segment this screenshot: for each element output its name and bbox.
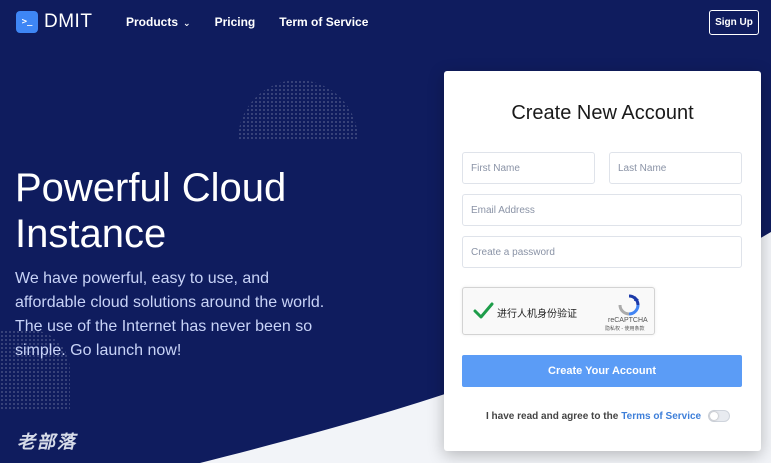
first-name-input[interactable] (462, 152, 595, 184)
create-account-button[interactable]: Create Your Account (462, 355, 742, 387)
main-nav: Products ⌄ Pricing Term of Service (126, 15, 392, 29)
email-input[interactable] (462, 194, 742, 226)
password-input[interactable] (462, 236, 742, 268)
toggle-knob (710, 412, 719, 420)
hero-title: Powerful Cloud Instance (15, 166, 287, 256)
captcha-links[interactable]: 隐私权 - 使用条款 (605, 325, 644, 332)
logo-text: DMIT (44, 11, 93, 32)
logo[interactable]: >_ DMIT (16, 11, 92, 33)
sign-up-button[interactable]: Sign Up (709, 10, 759, 35)
terminal-icon: >_ (16, 11, 38, 33)
captcha-brand: reCAPTCHA (608, 317, 648, 324)
terms-agreement: I have read and agree to the Terms of Se… (486, 410, 731, 422)
nav-products[interactable]: Products ⌄ (126, 15, 191, 29)
chevron-down-icon: ⌄ (183, 17, 191, 28)
top-navbar: >_ DMIT Products ⌄ Pricing Term of Servi… (0, 0, 771, 44)
form-title: Create New Account (511, 102, 694, 124)
recaptcha-widget: 进行人机身份验证 reCAPTCHA 隐私权 - 使用条款 (462, 287, 655, 335)
signup-card: Create New Account 进行人机身份验证 reCAPTCHA 隐私… (444, 71, 761, 451)
nav-products-label: Products (126, 15, 179, 29)
watermark: 老部落 (17, 432, 77, 452)
agree-text: I have read and agree to the (486, 410, 619, 422)
recaptcha-logo-icon (618, 294, 640, 316)
nav-pricing[interactable]: Pricing (215, 15, 256, 29)
last-name-input[interactable] (609, 152, 742, 184)
captcha-label: 进行人机身份验证 (497, 309, 577, 320)
hero-subtitle: We have powerful, easy to use, and affor… (15, 270, 325, 359)
agree-toggle[interactable] (708, 410, 731, 422)
checkmark-icon[interactable] (472, 300, 494, 322)
nav-term-of-service[interactable]: Term of Service (279, 15, 368, 29)
terms-link[interactable]: Terms of Service (621, 411, 701, 422)
